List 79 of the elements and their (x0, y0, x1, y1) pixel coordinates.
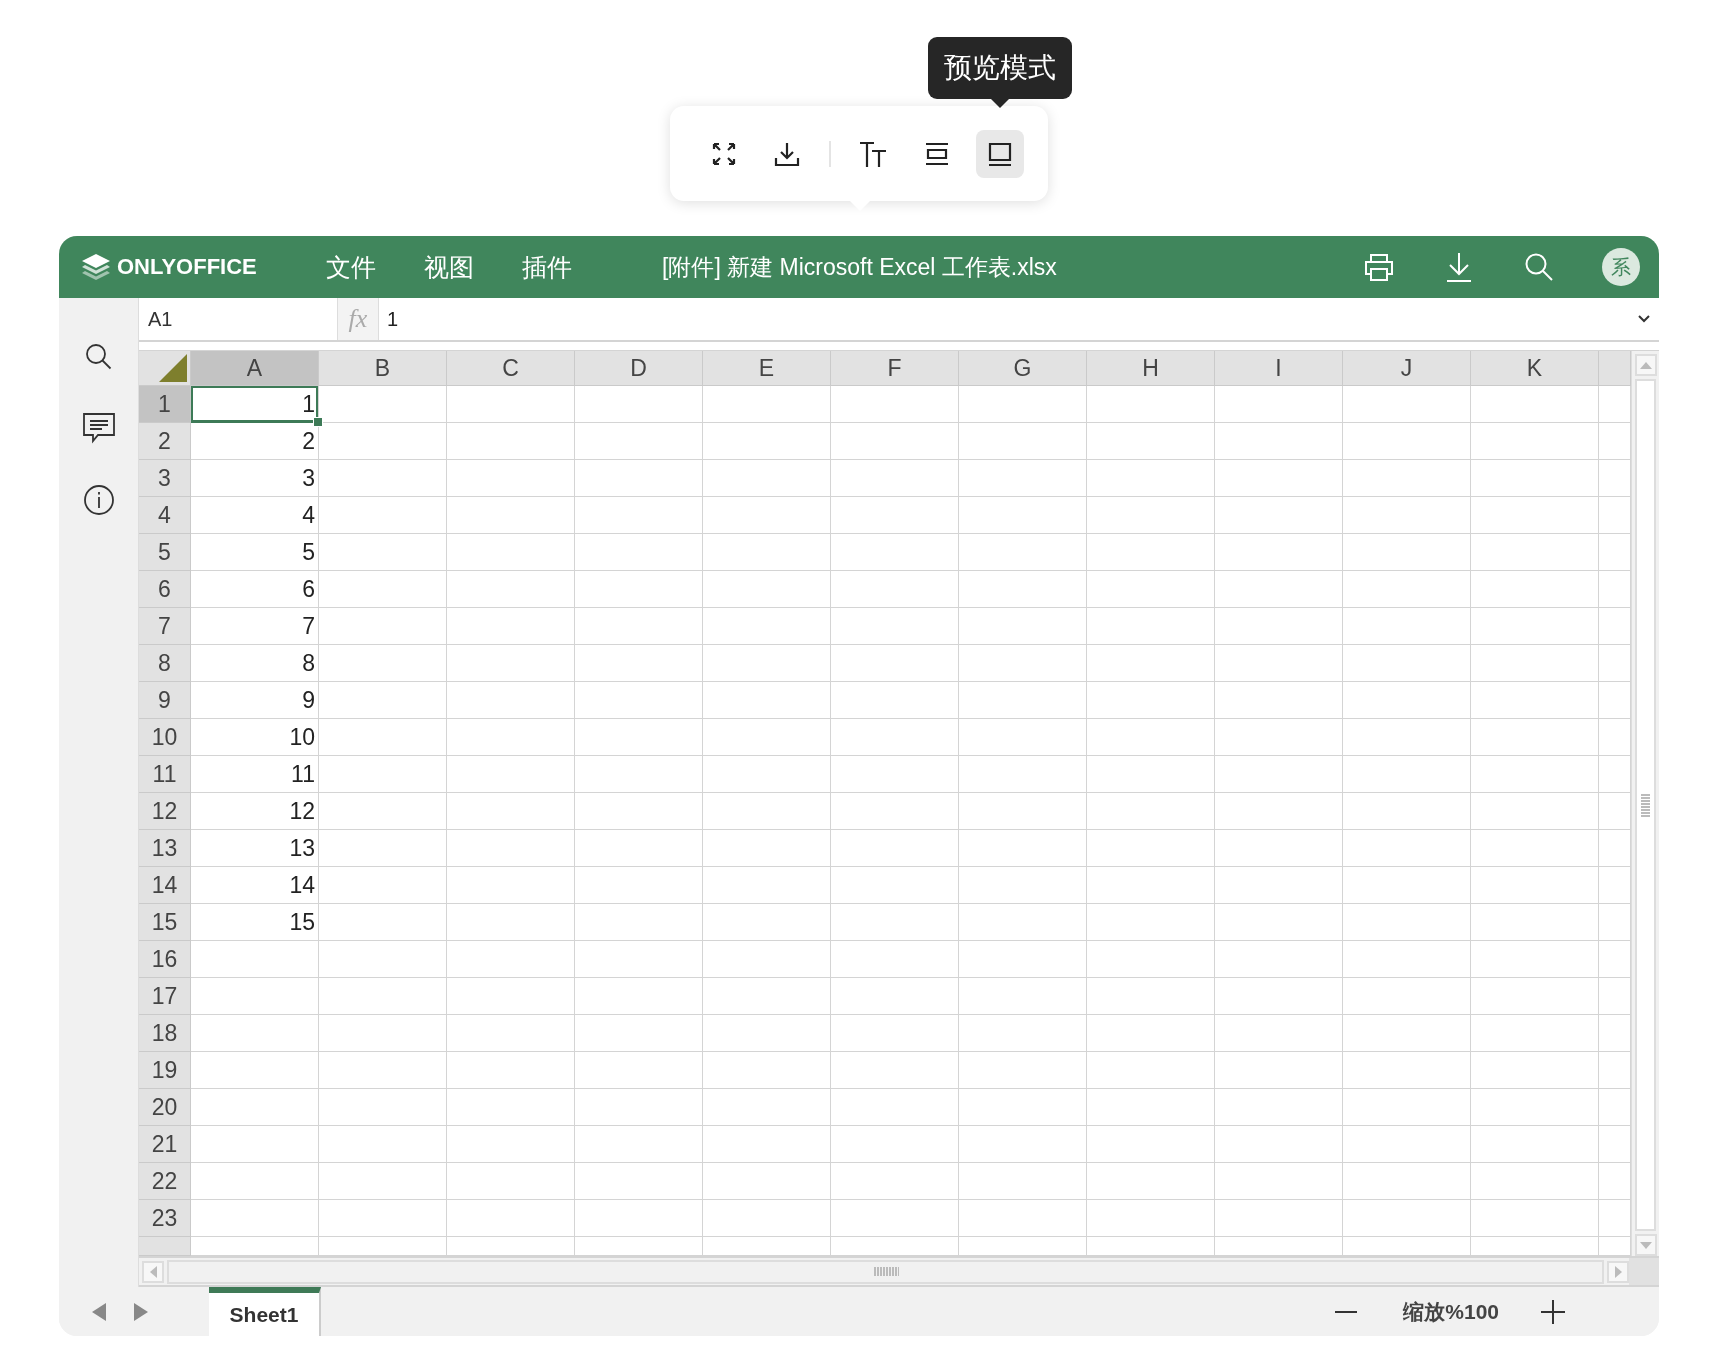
row-header[interactable]: 19 (139, 1052, 191, 1089)
row-header[interactable]: 22 (139, 1163, 191, 1200)
column-header[interactable]: C (447, 351, 575, 386)
row-header[interactable]: 1 (139, 386, 191, 423)
row-header[interactable]: 7 (139, 608, 191, 645)
table-cell: 4 (191, 497, 319, 534)
table-cell: 3 (191, 460, 319, 497)
row-header[interactable]: 4 (139, 497, 191, 534)
column-header[interactable]: B (319, 351, 447, 386)
table-cell: 5 (191, 534, 319, 571)
table-cell: 9 (191, 682, 319, 719)
column-header[interactable]: F (831, 351, 959, 386)
row-header[interactable]: 3 (139, 460, 191, 497)
row-header[interactable]: 14 (139, 867, 191, 904)
search-button[interactable] (83, 342, 114, 372)
table-cell: 7 (191, 608, 319, 645)
table-cell: 8 (191, 645, 319, 682)
row-header[interactable]: 23 (139, 1200, 191, 1237)
row-header[interactable]: 2 (139, 423, 191, 460)
menu-item[interactable]: 视图 (424, 246, 474, 288)
sheet-prev-button[interactable] (91, 1301, 107, 1322)
scrollbar-grip-icon[interactable] (1641, 793, 1650, 817)
info-button[interactable] (82, 484, 115, 516)
tooltip-pointer (991, 98, 1010, 108)
minus-icon (1335, 1309, 1358, 1314)
fullscreen-icon (710, 140, 737, 167)
menu-item[interactable]: 文件 (326, 246, 376, 288)
row-header[interactable]: 11 (139, 756, 191, 793)
table-cell: 10 (191, 719, 319, 756)
table-cell: 2 (191, 423, 319, 460)
user-avatar[interactable]: 系 (1602, 248, 1640, 286)
logo-text: ONLYOFFICE (117, 254, 257, 280)
row-header[interactable]: 10 (139, 719, 191, 756)
table-cell: 12 (191, 793, 319, 830)
column-header[interactable]: G (959, 351, 1087, 386)
table-cell: 6 (191, 571, 319, 608)
scrollbar-grip-icon[interactable] (872, 1267, 899, 1276)
column-header[interactable]: H (1087, 351, 1215, 386)
column-header[interactable]: A (191, 351, 319, 386)
row-header[interactable]: 20 (139, 1089, 191, 1126)
horizontal-scrollbar[interactable] (139, 1256, 1659, 1287)
row-header[interactable]: 21 (139, 1126, 191, 1163)
chevron-down-icon[interactable] (1637, 314, 1651, 324)
selected-cell[interactable]: 1 (191, 386, 319, 423)
row-header[interactable]: 5 (139, 534, 191, 571)
row-header[interactable]: 17 (139, 978, 191, 1015)
row-header[interactable]: 15 (139, 904, 191, 941)
row-header[interactable]: 12 (139, 793, 191, 830)
plus-icon (1541, 1299, 1565, 1324)
text-size-icon (858, 139, 888, 168)
vertical-scrollbar[interactable] (1631, 351, 1659, 1256)
row-header[interactable]: 6 (139, 571, 191, 608)
comment-button[interactable] (81, 412, 116, 444)
sheet-tab[interactable]: Sheet1 (209, 1287, 321, 1336)
column-header[interactable]: K (1471, 351, 1599, 386)
document-title: [附件] 新建 Microsoft Excel 工作表.xlsx (662, 252, 1057, 282)
print-button[interactable] (1362, 252, 1396, 282)
row-header[interactable]: 8 (139, 645, 191, 682)
menu-item[interactable]: 插件 (522, 246, 572, 288)
row-header[interactable]: 13 (139, 830, 191, 867)
row-header[interactable]: 18 (139, 1015, 191, 1052)
row-header[interactable]: 9 (139, 682, 191, 719)
scrollbar-corner (1629, 1258, 1659, 1285)
table-cell: 11 (191, 756, 319, 793)
zoom-level: 缩放%100 (1403, 1298, 1499, 1325)
column-header[interactable]: J (1343, 351, 1471, 386)
column-header[interactable]: I (1215, 351, 1343, 386)
column-header[interactable]: E (703, 351, 831, 386)
fill-handle-icon[interactable] (313, 417, 323, 427)
formula-input[interactable]: 1 (379, 307, 1637, 331)
layers-logo-icon (81, 253, 111, 281)
row-header[interactable]: 16 (139, 941, 191, 978)
column-header[interactable]: D (575, 351, 703, 386)
sheet-next-button[interactable] (133, 1301, 149, 1322)
tooltip: 预览模式 (928, 36, 1073, 99)
table-cell: 14 (191, 867, 319, 904)
select-all-icon[interactable] (159, 354, 187, 382)
table-cell: 15 (191, 904, 319, 941)
table-cell: 13 (191, 830, 319, 867)
